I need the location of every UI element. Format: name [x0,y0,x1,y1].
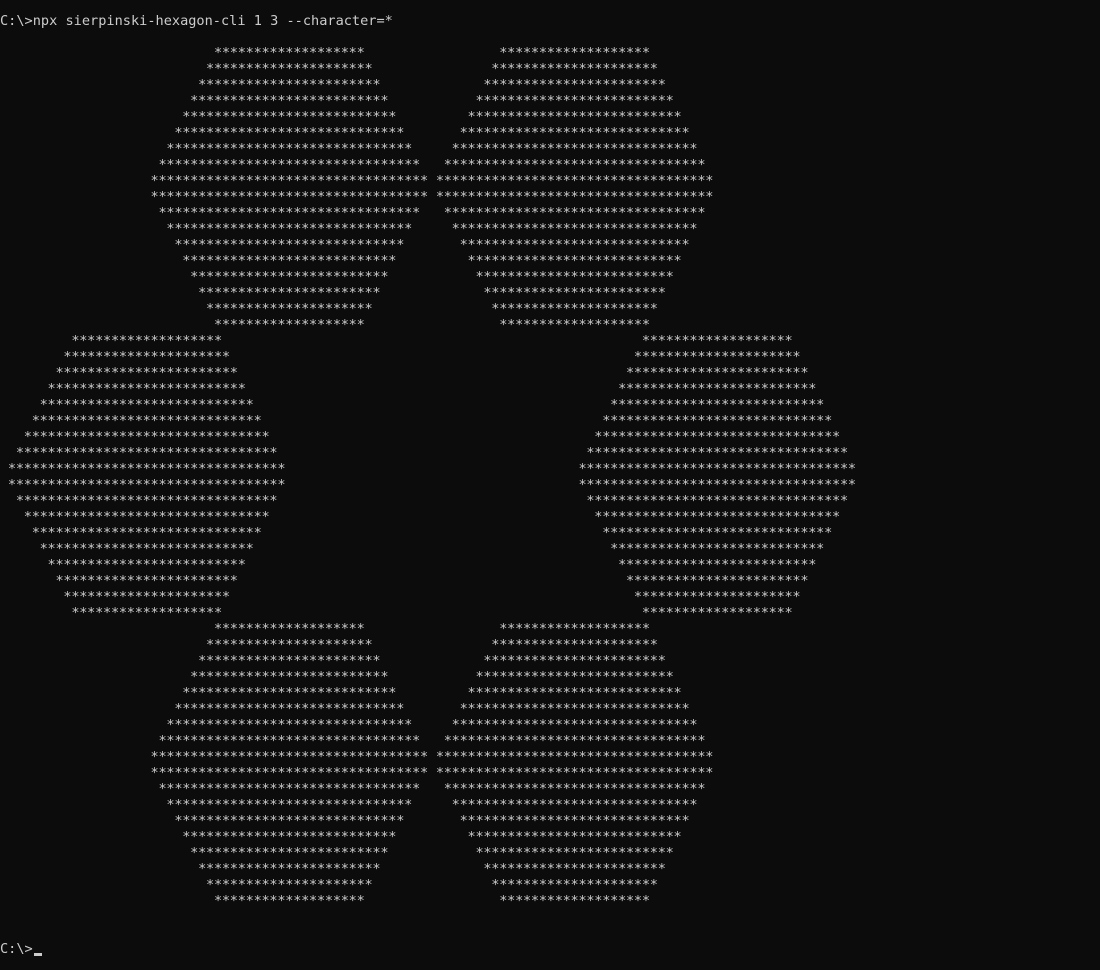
command-line: C:\>npx sierpinski-hexagon-cli 1 3 --cha… [0,13,393,29]
command-text: npx sierpinski-hexagon-cli 1 3 --charact… [32,13,393,29]
sierpinski-hexagon-output: ******************* ******************* … [7,45,856,909]
terminal-window[interactable]: C:\>npx sierpinski-hexagon-cli 1 3 --cha… [0,0,1100,970]
prompt: C:\> [0,13,33,29]
input-line[interactable]: C:\> [0,941,42,957]
cursor [33,953,42,956]
prompt: C:\> [0,941,33,957]
